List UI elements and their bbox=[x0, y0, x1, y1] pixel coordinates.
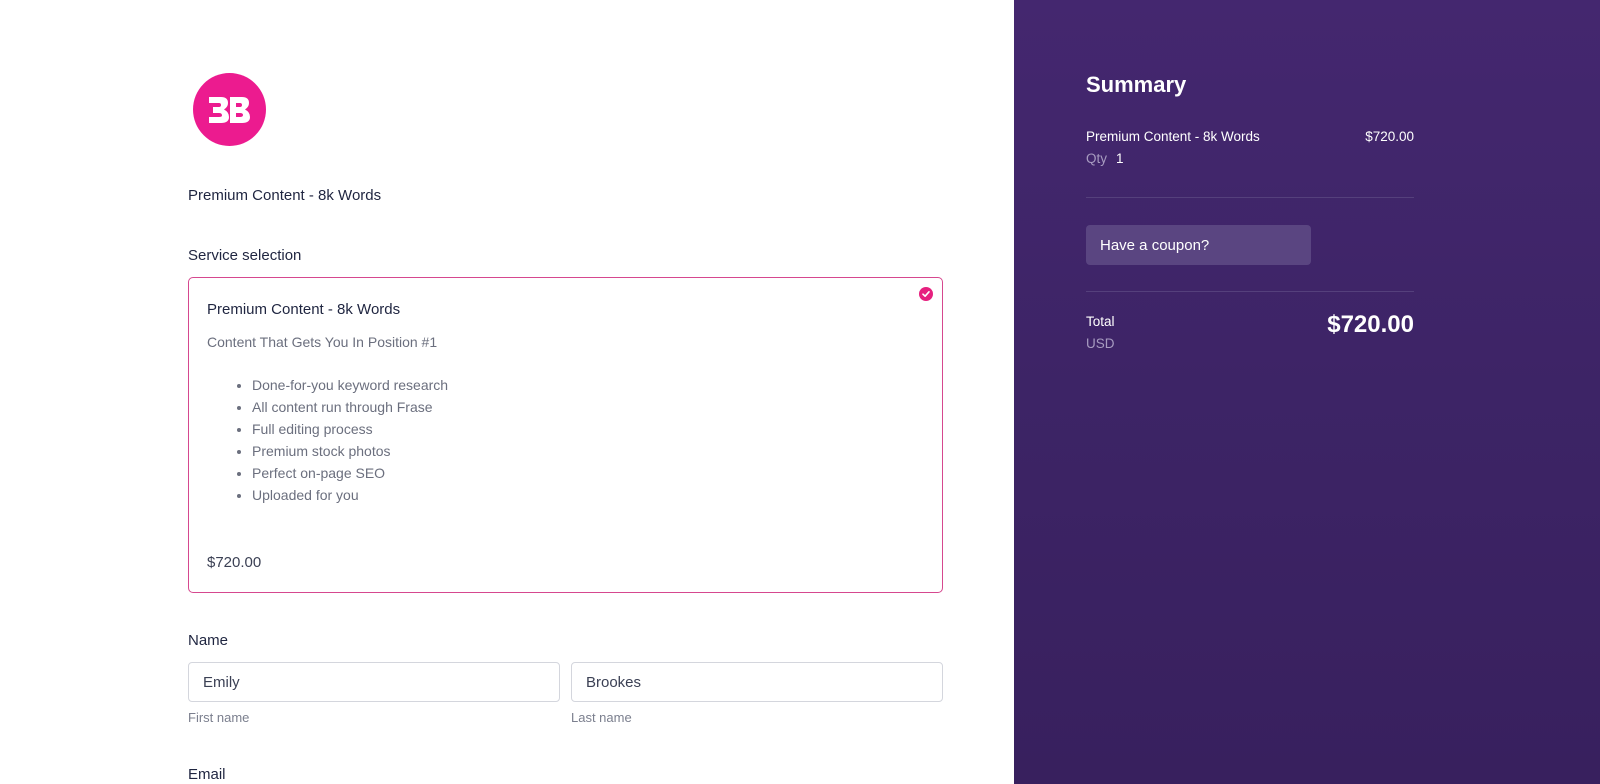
summary-item-name: Premium Content - 8k Words bbox=[1086, 129, 1260, 144]
feature-item: Done-for-you keyword research bbox=[252, 374, 448, 396]
brand-logo-icon bbox=[193, 73, 266, 146]
feature-list: Done-for-you keyword research All conten… bbox=[252, 374, 448, 506]
coupon-button[interactable]: Have a coupon? bbox=[1086, 225, 1311, 265]
currency-label: USD bbox=[1086, 336, 1115, 351]
feature-item: Premium stock photos bbox=[252, 440, 448, 462]
first-name-hint: First name bbox=[188, 710, 250, 725]
first-name-input[interactable] bbox=[188, 662, 560, 702]
qty-value: 1 bbox=[1116, 151, 1124, 166]
check-circle-icon bbox=[919, 287, 933, 301]
email-label: Email bbox=[188, 766, 226, 783]
feature-item: All content run through Frase bbox=[252, 396, 448, 418]
service-card-subtitle: Content That Gets You In Position #1 bbox=[207, 334, 438, 350]
summary-divider bbox=[1086, 197, 1414, 198]
total-label: Total bbox=[1086, 314, 1115, 329]
checkout-form-panel: Premium Content - 8k Words Service selec… bbox=[0, 0, 1014, 784]
total-amount: $720.00 bbox=[1327, 311, 1414, 338]
service-selection-label: Service selection bbox=[188, 247, 302, 264]
feature-item: Uploaded for you bbox=[252, 484, 448, 506]
service-card-price: $720.00 bbox=[207, 554, 262, 571]
last-name-hint: Last name bbox=[571, 710, 632, 725]
service-option-card[interactable]: Premium Content - 8k Words Content That … bbox=[188, 277, 943, 593]
last-name-input[interactable] bbox=[571, 662, 943, 702]
feature-item: Perfect on-page SEO bbox=[252, 462, 448, 484]
name-label: Name bbox=[188, 632, 229, 649]
service-card-title: Premium Content - 8k Words bbox=[207, 301, 401, 318]
summary-title: Summary bbox=[1086, 72, 1187, 97]
summary-divider bbox=[1086, 291, 1414, 292]
checkout-page: Premium Content - 8k Words Service selec… bbox=[0, 0, 1600, 784]
summary-item-price: $720.00 bbox=[1365, 129, 1414, 144]
feature-item: Full editing process bbox=[252, 418, 448, 440]
qty-label: Qty bbox=[1086, 151, 1108, 166]
order-summary-panel: Summary Premium Content - 8k Words $720.… bbox=[1014, 0, 1600, 784]
product-title: Premium Content - 8k Words bbox=[188, 187, 382, 204]
